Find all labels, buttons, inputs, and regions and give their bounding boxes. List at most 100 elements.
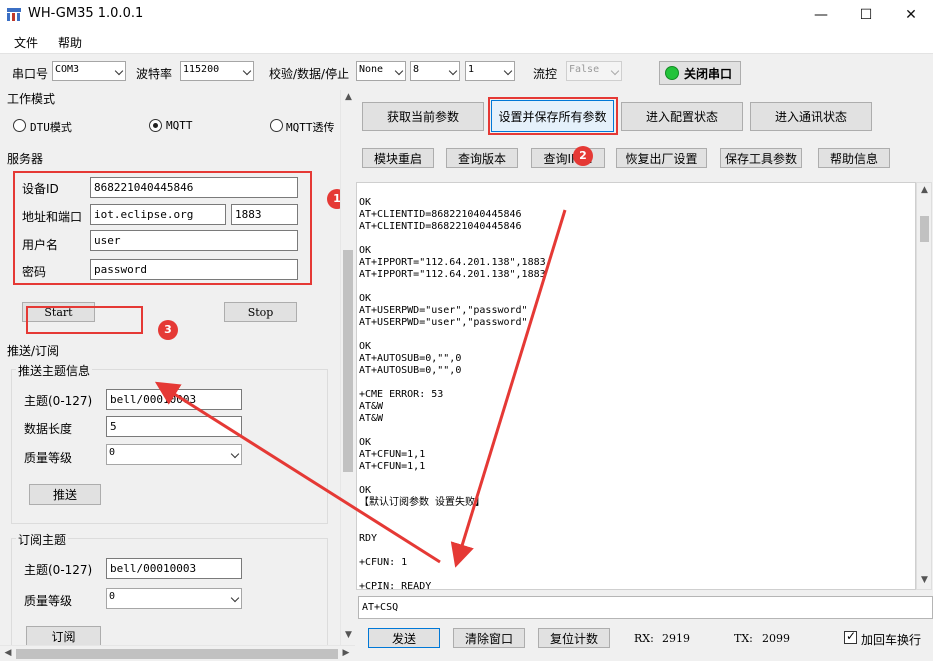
- publish-topic-input[interactable]: bell/00010003: [106, 389, 242, 410]
- mode-mqtt-radio[interactable]: [149, 119, 162, 132]
- maximize-button[interactable]: ☐: [843, 0, 889, 30]
- left-horizontal-scrollbar[interactable]: ◀ ▶: [0, 645, 355, 661]
- log-lines: OK AT+CLIENTID=868221040445846 AT+CLIENTID…: [359, 197, 546, 589]
- crlf-checkbox[interactable]: ✓: [844, 629, 857, 644]
- address-input[interactable]: iot.eclipse.org: [90, 204, 226, 225]
- log-line: AT+AUTOSUB=0,"",0: [359, 365, 462, 376]
- subscribe-qos-select[interactable]: 0: [106, 588, 242, 609]
- enter-comm-button[interactable]: 进入通讯状态: [750, 102, 872, 131]
- parity-select[interactable]: None: [356, 61, 406, 81]
- log-scroll-up-icon[interactable]: ▲: [917, 185, 932, 195]
- app-icon: [7, 8, 21, 21]
- clear-window-button[interactable]: 清除窗口: [453, 628, 525, 648]
- password-input[interactable]: password: [90, 259, 298, 280]
- log-line: AT+USERPWD="user","password": [359, 305, 528, 316]
- minimize-button[interactable]: —: [798, 0, 844, 30]
- scroll-left-icon[interactable]: ◀: [2, 648, 14, 658]
- query-version-button[interactable]: 查询版本: [446, 148, 518, 168]
- close-button[interactable]: ✕: [888, 0, 933, 30]
- device-id-input[interactable]: 868221040445846: [90, 177, 298, 198]
- log-scrollbar[interactable]: ▲ ▼: [916, 182, 932, 590]
- log-scroll-thumb[interactable]: [920, 216, 929, 242]
- subscribe-group-title: 订阅主题: [16, 531, 69, 548]
- username-label: 用户名: [22, 238, 59, 252]
- module-restart-button[interactable]: 模块重启: [362, 148, 434, 168]
- port-select[interactable]: COM3: [52, 61, 126, 81]
- publish-length-label: 数据长度: [24, 422, 73, 436]
- log-line: OK: [359, 341, 372, 352]
- mode-mqtt-label: MQTT: [166, 119, 193, 132]
- publish-length-input[interactable]: 5: [106, 416, 242, 437]
- baud-label: 波特率: [136, 67, 173, 81]
- log-line: AT+AUTOSUB=0,"",0: [359, 353, 462, 364]
- flow-label: 流控: [533, 67, 558, 81]
- publish-button[interactable]: 推送: [29, 484, 101, 505]
- log-line: OK: [359, 245, 372, 256]
- port-input[interactable]: 1883: [231, 204, 298, 225]
- annotation-box-2: [488, 97, 618, 135]
- subscribe-qos-label: 质量等级: [24, 594, 73, 608]
- annotation-box-3: [26, 306, 143, 334]
- log-line: 【默认订阅参数 设置失败】: [359, 497, 486, 508]
- log-line: AT+CFUN=1,1: [359, 461, 426, 472]
- publish-qos-label: 质量等级: [24, 451, 73, 465]
- close-port-button[interactable]: 关闭串口: [659, 61, 741, 85]
- reset-count-button[interactable]: 复位计数: [538, 628, 610, 648]
- log-line: AT+CLIENTID=868221040445846: [359, 209, 522, 220]
- log-line: AT+IPPORT="112.64.201.138",1883: [359, 257, 546, 268]
- publish-qos-select[interactable]: 0: [106, 444, 242, 465]
- subscribe-button[interactable]: 订阅: [26, 626, 101, 646]
- command-input[interactable]: AT+CSQ: [358, 596, 933, 619]
- menu-help[interactable]: 帮助: [58, 34, 82, 51]
- window-title: WH-GM35 1.0.0.1: [28, 6, 144, 21]
- username-input[interactable]: user: [90, 230, 298, 251]
- send-button[interactable]: 发送: [368, 628, 440, 648]
- tx-value: 2099: [762, 632, 790, 645]
- crlf-label: 加回车换行: [861, 633, 922, 647]
- get-params-button[interactable]: 获取当前参数: [362, 102, 484, 131]
- publish-topic-label: 主题(0-127): [24, 394, 93, 408]
- scroll-down-icon[interactable]: ▼: [341, 630, 356, 640]
- scroll-up-icon[interactable]: ▲: [341, 92, 356, 102]
- server-title: 服务器: [7, 150, 44, 167]
- left-scroll-thumb[interactable]: [343, 250, 353, 472]
- log-line: AT+CFUN=1,1: [359, 449, 426, 460]
- subscribe-topic-input[interactable]: bell/00010003: [106, 558, 242, 579]
- mode-mqtt-transparent-label: MQTT透传: [286, 121, 335, 134]
- tx-label: TX:: [734, 632, 753, 645]
- rx-label: RX:: [634, 632, 654, 645]
- parity-label: 校验/数据/停止: [269, 67, 350, 81]
- baud-select[interactable]: 115200: [180, 61, 254, 81]
- data-bits-select[interactable]: 8: [410, 61, 460, 81]
- stop-bits-select[interactable]: 1: [465, 61, 515, 81]
- mode-dtu-radio[interactable]: [13, 119, 26, 132]
- left-hscroll-thumb[interactable]: [16, 649, 338, 659]
- menu-bar: 文件 帮助: [0, 30, 933, 54]
- enter-config-button[interactable]: 进入配置状态: [621, 102, 743, 131]
- log-scroll-down-icon[interactable]: ▼: [917, 575, 932, 585]
- menu-file[interactable]: 文件: [14, 34, 38, 51]
- left-vertical-scrollbar[interactable]: ▲ ▼: [340, 90, 355, 645]
- work-mode-title: 工作模式: [7, 90, 56, 107]
- factory-reset-button[interactable]: 恢复出厂设置: [616, 148, 707, 168]
- mode-mqtt-transparent-radio[interactable]: [270, 119, 283, 132]
- scroll-right-icon[interactable]: ▶: [340, 648, 352, 658]
- help-info-button[interactable]: 帮助信息: [818, 148, 890, 168]
- log-line: OK: [359, 293, 372, 304]
- flow-select: False: [566, 61, 622, 81]
- log-line: RDY: [359, 533, 378, 544]
- serial-log[interactable]: OK AT+CLIENTID=868221040445846 AT+CLIENTID…: [356, 182, 916, 590]
- stop-button[interactable]: Stop: [224, 302, 297, 322]
- save-tool-params-button[interactable]: 保存工具参数: [720, 148, 802, 168]
- port-status-icon: [665, 66, 679, 80]
- log-line: AT+CLIENTID=868221040445846: [359, 221, 522, 232]
- query-imei-button[interactable]: 查询IMEI: [531, 148, 605, 168]
